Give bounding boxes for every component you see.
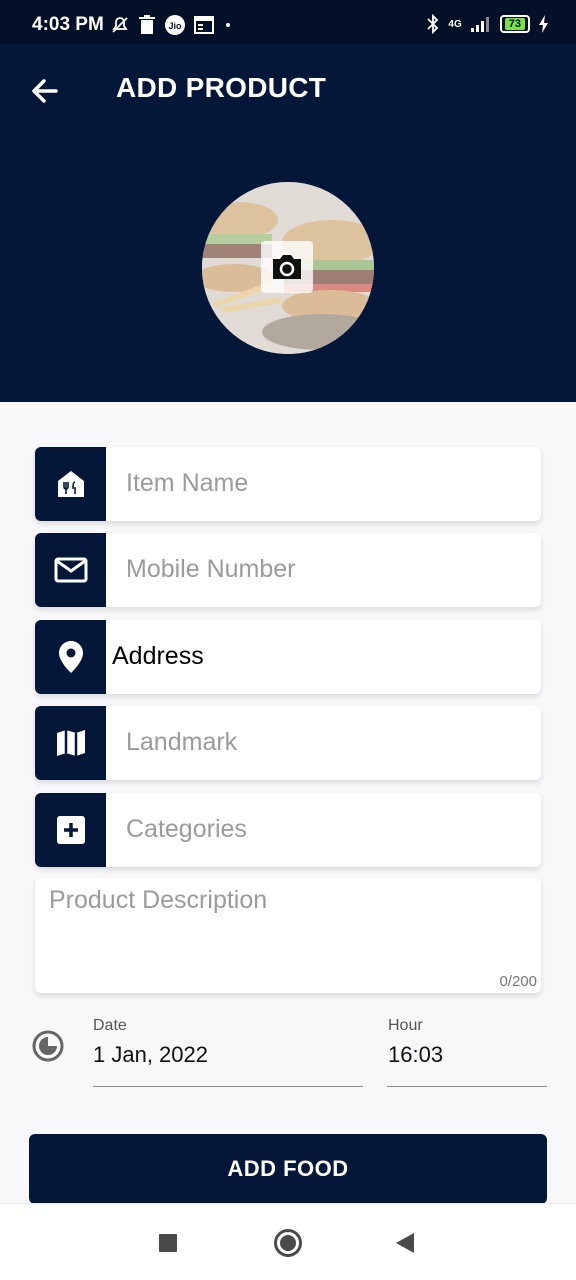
recents-icon[interactable] [159,1234,177,1252]
svg-text:Jio: Jio [168,21,182,31]
hour-label: Hour [388,1017,423,1034]
add-food-button[interactable]: ADD FOOD [29,1134,547,1204]
address-field[interactable]: Address [35,620,541,694]
signal-icon [470,17,489,32]
battery-level: 73 [504,18,525,30]
product-photo-picker[interactable] [202,182,374,354]
arrow-left-icon [32,79,58,103]
jio-icon: Jio [165,15,185,35]
page-title: ADD PRODUCT [116,72,327,103]
landmark-field[interactable]: Landmark [35,706,541,780]
status-icons-left: Jio [110,14,234,36]
hour-underline [387,1086,547,1087]
description-counter: 0/200 [499,973,537,990]
trash-icon [139,15,155,34]
date-input[interactable]: 1 Jan, 2022 [93,1042,208,1068]
mobile-number-icon-box [35,533,106,607]
back-button[interactable] [26,72,64,110]
battery-icon: 73 [499,15,530,33]
status-time: 4:03 PM [32,14,104,35]
date-underline [93,1086,363,1087]
description-field[interactable]: Product Description 0/200 [35,878,541,993]
hour-input[interactable]: 16:03 [388,1042,443,1068]
header: ADD PRODUCT [0,44,576,402]
status-icons-right: 4G 73 [426,14,550,34]
mobile-number-input[interactable]: Mobile Number [126,555,296,584]
date-label: Date [93,1017,127,1034]
clock-icon [32,1030,64,1062]
add-box-icon [56,816,85,844]
camera-icon [273,255,301,279]
bluetooth-icon [427,14,439,34]
categories-input[interactable]: Categories [126,815,247,844]
mobile-number-field[interactable]: Mobile Number [35,533,541,607]
categories-field[interactable]: Categories [35,793,541,867]
item-name-input[interactable]: Item Name [126,469,248,498]
camera-button[interactable] [261,241,313,293]
mail-icon [54,557,87,583]
dot-icon [226,23,230,27]
description-input[interactable]: Product Description [49,886,267,915]
address-input[interactable]: Address [112,642,204,671]
network-type: 4G [448,18,462,30]
restaurant-house-icon [57,471,84,497]
item-name-field[interactable]: Item Name [35,447,541,521]
charging-icon [539,15,548,33]
landmark-icon-box [35,706,106,780]
calendar-icon [194,16,214,34]
landmark-input[interactable]: Landmark [126,728,237,757]
categories-icon-box [35,793,106,867]
system-nav-bar [0,1203,576,1280]
mute-notification-icon [112,17,128,33]
location-pin-icon [58,641,83,673]
map-icon [56,730,85,756]
status-bar: 4:03 PM Jio 4G 73 [0,0,576,44]
address-icon-box [35,620,106,694]
item-name-icon-box [35,447,106,521]
nav-back-icon[interactable] [396,1233,414,1253]
home-icon[interactable] [274,1229,302,1257]
